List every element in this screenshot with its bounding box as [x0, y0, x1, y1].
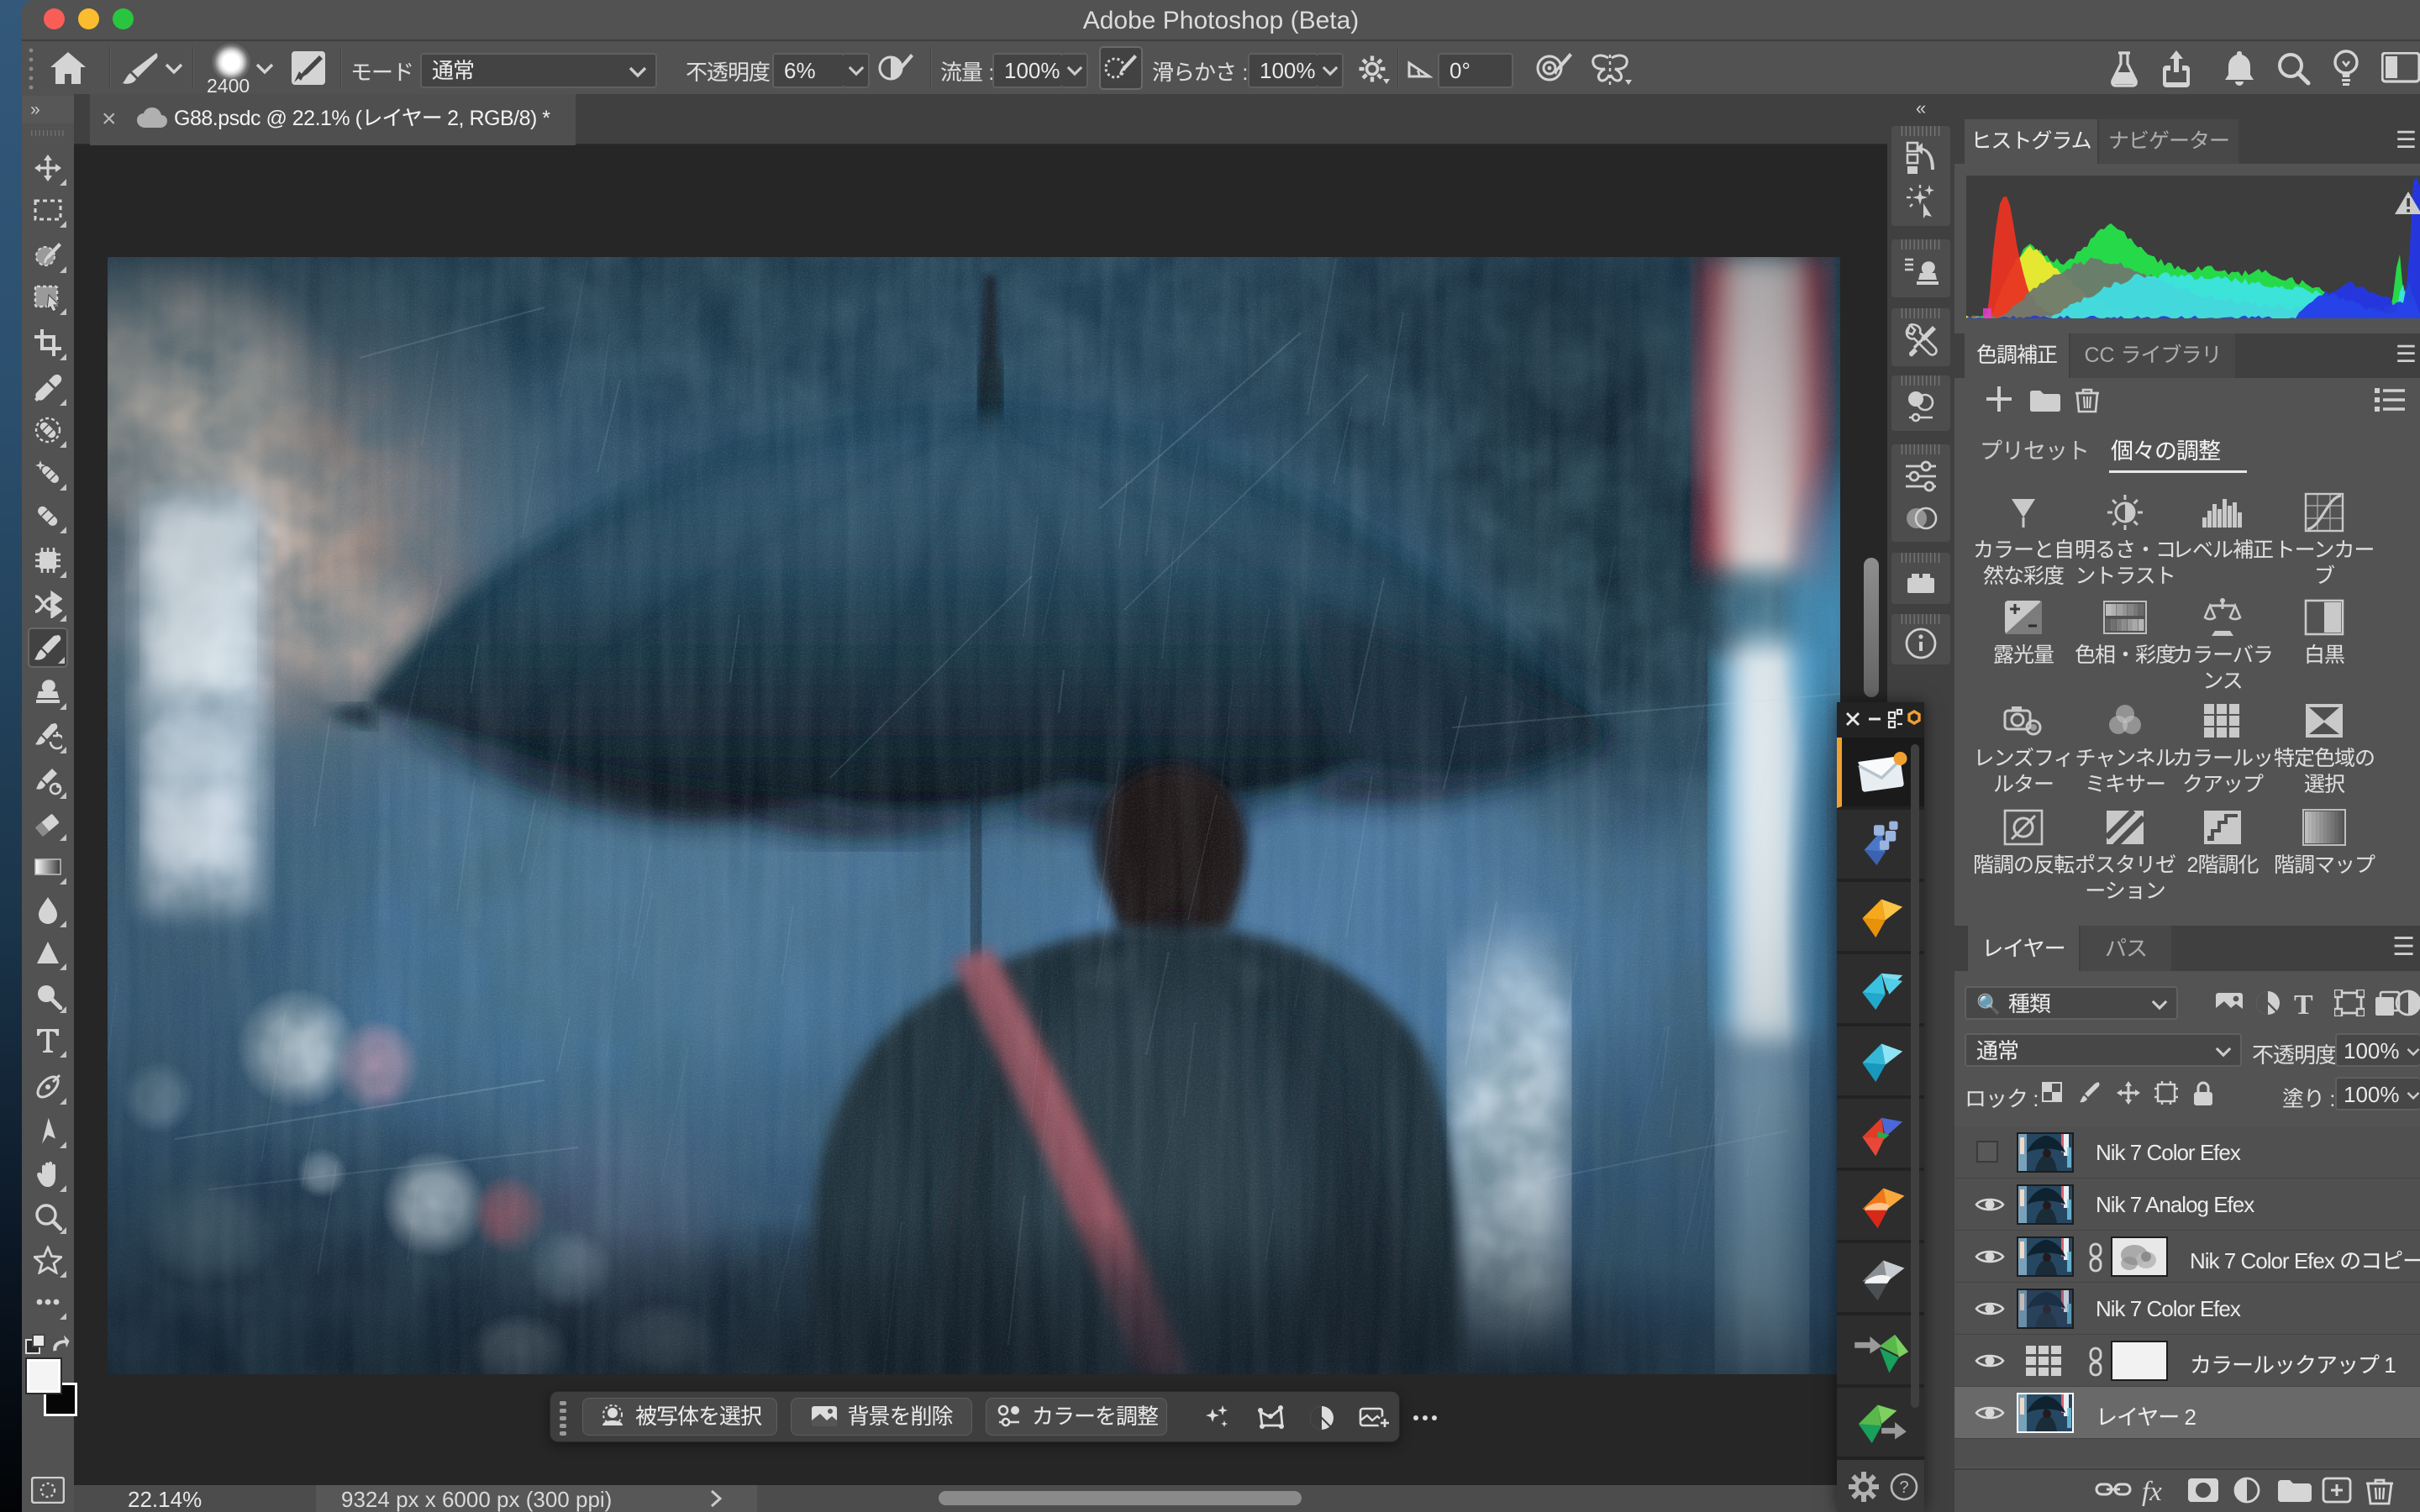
svg-text:?: ? — [1899, 1478, 1908, 1497]
